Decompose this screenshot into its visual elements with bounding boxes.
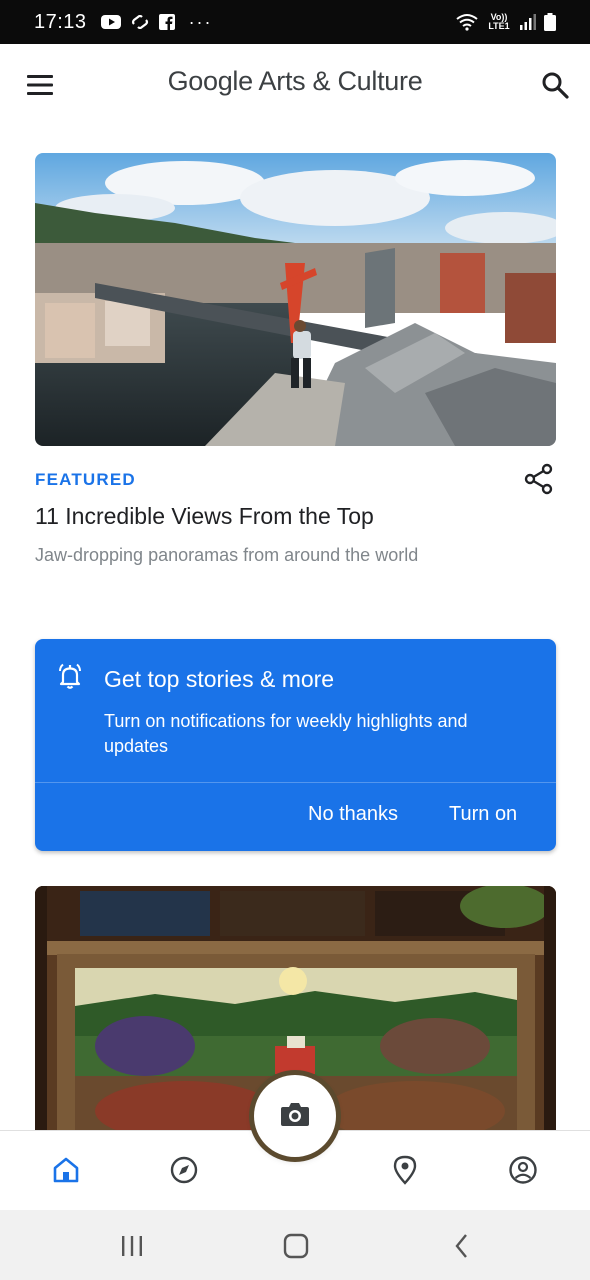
battery-icon: [544, 13, 556, 31]
turn-on-button[interactable]: Turn on: [449, 803, 517, 826]
camera-icon: [279, 1100, 311, 1133]
no-thanks-button[interactable]: No thanks: [308, 803, 398, 826]
divider: [35, 782, 556, 783]
notification-title: Get top stories & more: [104, 666, 335, 692]
status-right-icons: Vo)) LTE1: [456, 13, 556, 31]
signal-icon: [520, 14, 536, 30]
featured-image[interactable]: [35, 153, 556, 446]
featured-subtitle: Jaw-dropping panoramas from around the w…: [35, 545, 419, 565]
app-title: Google Arts & Culture: [167, 66, 423, 96]
search-icon[interactable]: [540, 70, 570, 100]
notification-body: Turn on notifications for weekly highlig…: [104, 711, 468, 756]
featured-label: FEATURED: [35, 470, 136, 489]
back-icon[interactable]: [447, 1232, 477, 1260]
explore-icon[interactable]: [167, 1153, 201, 1187]
network-label: Vo)) LTE1: [488, 12, 510, 31]
nearby-icon[interactable]: [388, 1153, 422, 1187]
more-notifications: ···: [188, 11, 213, 32]
featured-title[interactable]: 11 Incredible Views From the Top: [35, 503, 374, 530]
status-bar: 17:13 ··· Vo)) LTE1: [0, 0, 590, 44]
status-time: 17:13: [34, 10, 87, 33]
bell-icon: [55, 661, 85, 691]
notification-card: Get top stories & more Turn on notificat…: [35, 639, 556, 851]
recent-apps-icon[interactable]: [117, 1232, 147, 1260]
youtube-icon: [100, 14, 121, 30]
home-icon[interactable]: [49, 1153, 83, 1187]
camera-button[interactable]: [254, 1075, 336, 1157]
home-system-icon[interactable]: [281, 1232, 311, 1260]
link-icon: [131, 15, 149, 29]
app-bar: Google Arts & Culture: [0, 44, 590, 124]
share-icon[interactable]: [522, 462, 556, 496]
wifi-icon: [456, 13, 478, 31]
profile-icon[interactable]: [506, 1153, 540, 1187]
notification-icons: ···: [100, 11, 213, 33]
system-navigation-bar: [0, 1210, 590, 1280]
facebook-icon: [158, 14, 175, 30]
